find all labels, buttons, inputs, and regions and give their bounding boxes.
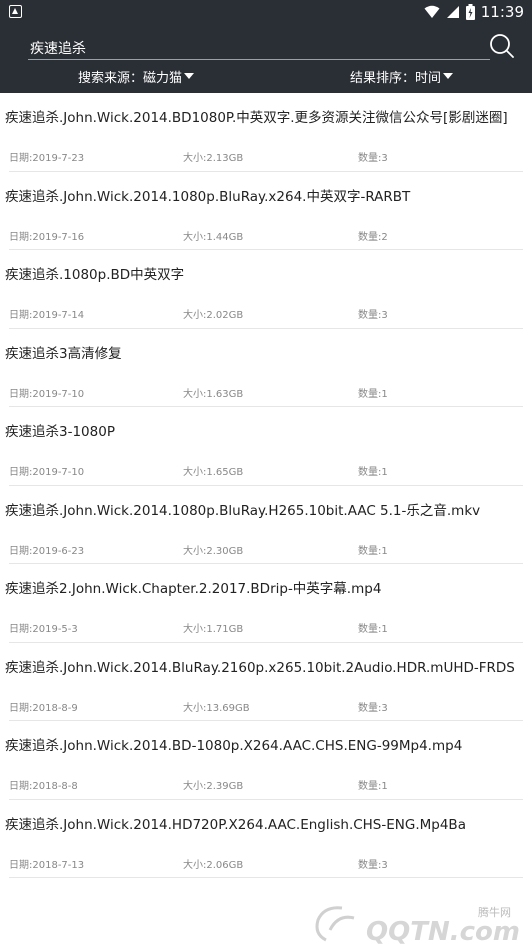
result-size: 大小:1.71GB (183, 624, 244, 635)
result-item[interactable]: 疾速追杀.John.Wick.2014.BluRay.2160p.x265.10… (0, 643, 532, 721)
result-date: 日期:2018-8-8 (9, 781, 78, 792)
result-count: 数量:1 (358, 467, 388, 478)
result-title: 疾速追杀.John.Wick.2014.1080p.BluRay.H265.10… (5, 502, 481, 519)
result-title: 疾速追杀.John.Wick.2014.BD1080P.中英双字.更多资源关注微… (5, 110, 508, 126)
result-date: 日期:2018-8-9 (9, 702, 78, 714)
result-size: 大小:13.69GB (183, 702, 250, 714)
result-title: 疾速追杀3-1080P (5, 424, 115, 440)
source-filter-label: 搜索来源：磁力猫 (78, 70, 183, 86)
result-size: 大小:2.06GB (183, 859, 244, 871)
source-filter-dropdown[interactable]: 搜索来源：磁力猫 (78, 66, 195, 86)
result-size: 大小:2.13GB (183, 153, 244, 164)
result-count: 数量:2 (358, 231, 388, 243)
result-title: 疾速追杀.1080p.BD中英双字 (5, 267, 185, 283)
result-size: 大小:2.30GB (183, 545, 244, 557)
search-input[interactable] (28, 37, 490, 60)
result-count: 数量:1 (358, 781, 388, 792)
result-item[interactable]: 疾速追杀.John.Wick.2014.BD-1080p.X264.AAC.CH… (0, 721, 532, 800)
search-button[interactable] (487, 32, 517, 62)
result-size: 大小:2.39GB (183, 781, 244, 792)
result-title: 疾速追杀.John.Wick.2014.HD720P.X264.AAC.Engl… (5, 816, 466, 833)
result-size: 大小:1.44GB (183, 231, 244, 243)
result-date: 日期:2019-7-23 (9, 153, 85, 164)
result-item[interactable]: 疾速追杀.John.Wick.2014.1080p.BluRay.H265.10… (0, 486, 532, 564)
result-count: 数量:1 (358, 545, 388, 557)
result-count: 数量:3 (358, 702, 388, 714)
result-date: 日期:2019-6-23 (9, 545, 85, 557)
result-size: 大小:1.63GB (183, 388, 244, 400)
status-bar: 11:39 (0, 0, 532, 24)
battery-icon (465, 4, 475, 20)
result-item[interactable]: 疾速追杀.John.Wick.2014.HD720P.X264.AAC.Engl… (0, 800, 532, 878)
result-title: 疾速追杀.John.Wick.2014.BluRay.2160p.x265.10… (5, 659, 515, 676)
result-size: 大小:1.65GB (183, 467, 244, 478)
sort-filter-dropdown[interactable]: 结果排序：时间 (350, 66, 454, 86)
watermark-logo: 腾牛网 QQTN.com (315, 905, 520, 944)
notification-app-icon (9, 5, 22, 18)
result-date: 日期:2019-7-16 (9, 231, 85, 243)
result-title: 疾速追杀.John.Wick.2014.BD-1080p.X264.AAC.CH… (5, 738, 463, 754)
result-title: 疾速追杀3高清修复 (5, 345, 122, 362)
cell-signal-icon (446, 6, 459, 18)
result-date: 日期:2019-7-14 (9, 310, 85, 321)
watermark-text: QQTN.com (366, 917, 520, 944)
result-item[interactable]: 疾速追杀2.John.Wick.Chapter.2.2017.BDrip-中英字… (0, 564, 532, 643)
result-count: 数量:1 (358, 624, 388, 635)
result-count: 数量:1 (358, 388, 388, 400)
result-size: 大小:2.02GB (183, 310, 244, 321)
status-time: 11:39 (480, 3, 524, 21)
result-date: 日期:2019-7-10 (9, 388, 85, 400)
dropdown-caret-icon (184, 73, 195, 79)
result-date: 日期:2019-5-3 (9, 624, 78, 635)
result-count: 数量:3 (358, 310, 388, 321)
wifi-icon (424, 5, 440, 18)
dropdown-caret-icon (443, 73, 454, 79)
search-icon (490, 34, 514, 58)
result-date: 日期:2018-7-13 (9, 859, 85, 871)
result-title: 疾速追杀.John.Wick.2014.1080p.BluRay.x264.中英… (5, 188, 411, 205)
status-icons: 11:39 (424, 3, 524, 21)
result-item[interactable]: 疾速追杀.John.Wick.2014.BD1080P.中英双字.更多资源关注微… (0, 93, 532, 172)
result-count: 数量:3 (358, 153, 388, 164)
result-count: 数量:3 (358, 859, 388, 871)
sort-filter-label: 结果排序：时间 (350, 70, 442, 86)
result-item[interactable]: 疾速追杀.1080p.BD中英双字 日期:2019-7-14 大小:2.02GB… (0, 250, 532, 329)
app-header: 11:39 搜索来源：磁力猫 结果排序：时间 (0, 0, 532, 93)
result-date: 日期:2019-7-10 (9, 467, 85, 478)
result-item[interactable]: 疾速追杀3高清修复 日期:2019-7-10 大小:1.63GB 数量:1 (0, 329, 532, 407)
divider (9, 877, 523, 878)
result-title: 疾速追杀2.John.Wick.Chapter.2.2017.BDrip-中英字… (5, 581, 382, 597)
result-item[interactable]: 疾速追杀.John.Wick.2014.1080p.BluRay.x264.中英… (0, 172, 532, 250)
result-item[interactable]: 疾速追杀3-1080P 日期:2019-7-10 大小:1.65GB 数量:1 (0, 407, 532, 486)
